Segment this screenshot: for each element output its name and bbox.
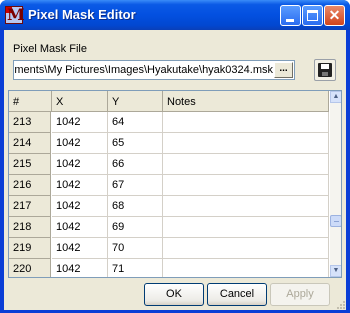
close-button[interactable]: ✕ (324, 5, 345, 26)
cell-x[interactable]: 1042 (52, 112, 108, 133)
close-icon: ✕ (328, 7, 341, 23)
grid-header: # X Y Notes (9, 91, 329, 112)
resize-grip-icon[interactable] (334, 298, 346, 310)
grid-vertical-scrollbar[interactable]: ▲ ▼ (330, 91, 341, 277)
cell-notes[interactable] (163, 196, 329, 217)
maximize-icon (307, 10, 318, 21)
save-button[interactable] (314, 59, 336, 81)
scroll-down-icon[interactable]: ▼ (330, 265, 341, 277)
row-number: 213 (9, 112, 51, 133)
dialog-body: Pixel Mask File ocuments\My Pictures\Ima… (4, 30, 346, 310)
table-row[interactable]: 213 1042 64 (9, 112, 329, 133)
cell-y[interactable]: 69 (108, 217, 163, 238)
cell-y[interactable]: 70 (108, 238, 163, 259)
column-header-x[interactable]: X (52, 91, 108, 112)
row-number: 219 (9, 238, 51, 259)
minimize-icon (286, 19, 294, 22)
cell-x[interactable]: 1042 (52, 175, 108, 196)
row-number: 218 (9, 217, 51, 238)
title-bar[interactable]: M Pixel Mask Editor ✕ (0, 0, 350, 30)
save-icon (318, 63, 332, 77)
browse-button[interactable]: ... (274, 62, 293, 78)
cell-x[interactable]: 1042 (52, 217, 108, 238)
cell-notes[interactable] (163, 112, 329, 133)
cell-x[interactable]: 1042 (52, 238, 108, 259)
cell-y[interactable]: 68 (108, 196, 163, 217)
cell-y[interactable]: 67 (108, 175, 163, 196)
column-header-y[interactable]: Y (108, 91, 163, 112)
row-number: 220 (9, 259, 51, 277)
app-icon[interactable]: M (5, 6, 25, 24)
column-header-notes[interactable]: Notes (163, 91, 329, 112)
minimize-button[interactable] (280, 5, 301, 26)
table-row[interactable]: 218 1042 69 (9, 217, 329, 238)
table-row[interactable]: 214 1042 65 (9, 133, 329, 154)
row-number: 214 (9, 133, 51, 154)
ok-button[interactable]: OK (144, 283, 204, 306)
table-row[interactable]: 219 1042 70 (9, 238, 329, 259)
cell-notes[interactable] (163, 133, 329, 154)
cell-notes[interactable] (163, 217, 329, 238)
row-number: 215 (9, 154, 51, 175)
cell-notes[interactable] (163, 154, 329, 175)
cancel-button[interactable]: Cancel (207, 283, 267, 306)
scroll-thumb[interactable] (330, 215, 341, 227)
row-number: 217 (9, 196, 51, 217)
mask-file-label: Pixel Mask File (13, 43, 87, 55)
cell-y[interactable]: 71 (108, 259, 163, 277)
cell-x[interactable]: 1042 (52, 133, 108, 154)
row-number: 216 (9, 175, 51, 196)
cell-notes[interactable] (163, 259, 329, 277)
cell-y[interactable]: 65 (108, 133, 163, 154)
cell-x[interactable]: 1042 (52, 259, 108, 277)
mask-file-path-text: ocuments\My Pictures\Images\Hyakutake\hy… (13, 64, 273, 76)
table-row[interactable]: 217 1042 68 (9, 196, 329, 217)
column-header-number[interactable]: # (9, 91, 52, 112)
table-row[interactable]: 220 1042 71 (9, 259, 329, 277)
cell-notes[interactable] (163, 175, 329, 196)
maximize-button[interactable] (302, 5, 323, 26)
cell-x[interactable]: 1042 (52, 154, 108, 175)
apply-button[interactable]: Apply (270, 283, 330, 306)
mask-file-path-field[interactable]: ocuments\My Pictures\Images\Hyakutake\hy… (13, 60, 295, 80)
pixel-mask-grid[interactable]: # X Y Notes 213 1042 64 214 1042 65 215 … (8, 90, 342, 278)
cell-y[interactable]: 66 (108, 154, 163, 175)
table-row[interactable]: 215 1042 66 (9, 154, 329, 175)
cell-x[interactable]: 1042 (52, 196, 108, 217)
scroll-up-icon[interactable]: ▲ (330, 91, 341, 103)
pixel-mask-editor-window: M Pixel Mask Editor ✕ Pixel Mask File oc… (0, 0, 350, 313)
table-row[interactable]: 216 1042 67 (9, 175, 329, 196)
window-title: Pixel Mask Editor (28, 7, 136, 22)
cell-notes[interactable] (163, 238, 329, 259)
cell-y[interactable]: 64 (108, 112, 163, 133)
